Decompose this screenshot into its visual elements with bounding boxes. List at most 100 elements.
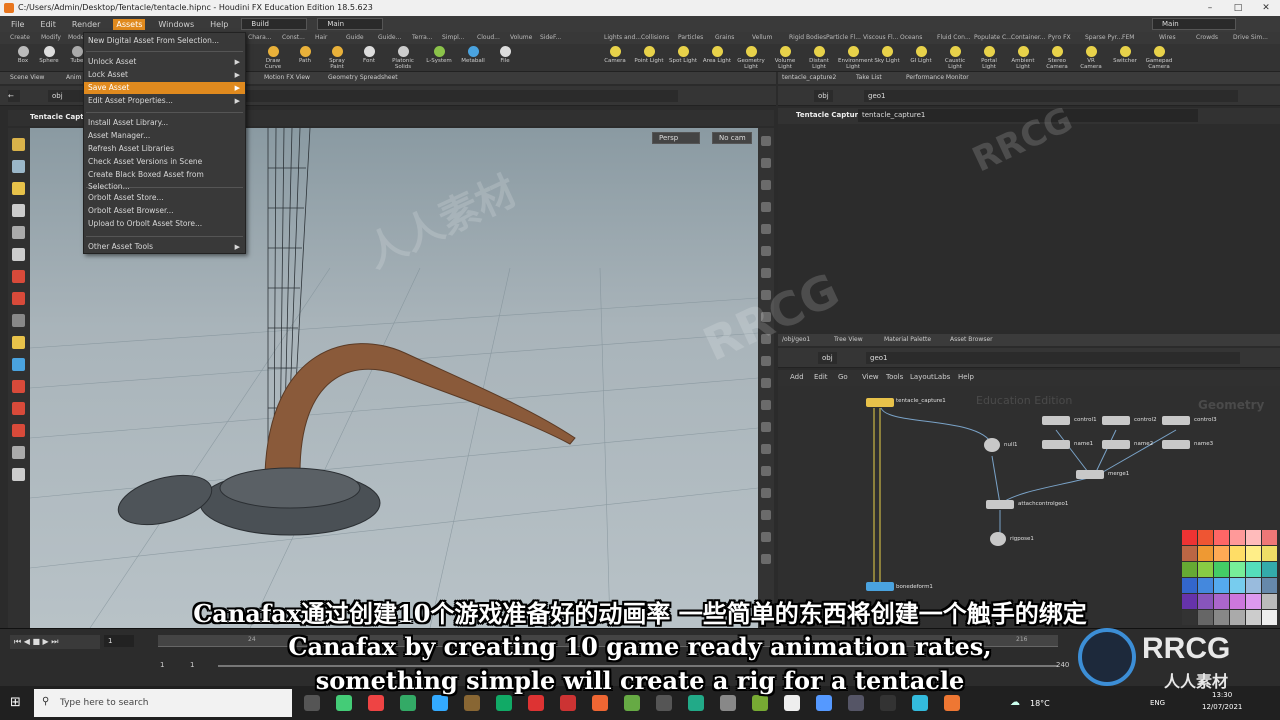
metaball-tool[interactable]: Metaball bbox=[458, 46, 488, 64]
windows-start-icon[interactable]: ⊞ bbox=[10, 696, 24, 710]
shelf-tab[interactable]: Viscous Fl... bbox=[863, 34, 898, 41]
param-path-geo[interactable]: geo1 bbox=[864, 90, 1238, 102]
taskbar-app-icon[interactable] bbox=[528, 695, 544, 711]
taskbar-app-icon[interactable] bbox=[656, 695, 672, 711]
palette-swatch[interactable] bbox=[1182, 530, 1197, 545]
network-node[interactable] bbox=[1162, 416, 1190, 425]
viewport-tool-icon[interactable] bbox=[12, 336, 25, 349]
shelf-tab[interactable]: Const... bbox=[282, 34, 305, 41]
display-option-icon[interactable] bbox=[761, 400, 771, 410]
palette-swatch[interactable] bbox=[1198, 578, 1213, 593]
light-tool[interactable]: Volume Light bbox=[770, 46, 800, 70]
language-indicator[interactable]: ENG bbox=[1150, 699, 1165, 707]
menu-windows[interactable]: Windows bbox=[155, 19, 197, 30]
display-option-icon[interactable] bbox=[761, 136, 771, 146]
display-option-icon[interactable] bbox=[761, 246, 771, 256]
shelf-tab[interactable]: Wires bbox=[1159, 34, 1176, 41]
taskbar-app-icon[interactable] bbox=[624, 695, 640, 711]
display-option-icon[interactable] bbox=[761, 224, 771, 234]
palette-swatch[interactable] bbox=[1198, 562, 1213, 577]
network-node[interactable] bbox=[1042, 440, 1070, 449]
net-menu-layout[interactable]: Layout bbox=[910, 373, 934, 381]
shelf-tab[interactable]: Simpl... bbox=[442, 34, 465, 41]
net-menu-labs[interactable]: Labs bbox=[934, 373, 950, 381]
sphere-tool[interactable]: Sphere bbox=[34, 46, 64, 64]
light-tool[interactable]: Area Light bbox=[702, 46, 732, 64]
close-button[interactable]: ✕ bbox=[1252, 0, 1280, 16]
shelf-tab[interactable]: Collisions bbox=[641, 34, 669, 41]
net-path-geo[interactable]: geo1 bbox=[866, 352, 1240, 364]
palette-swatch[interactable] bbox=[1246, 562, 1261, 577]
taskbar-app-icon[interactable] bbox=[336, 695, 352, 711]
light-tool[interactable]: Environment Light bbox=[838, 46, 873, 70]
light-tool[interactable]: Distant Light bbox=[804, 46, 834, 70]
camera-menu[interactable]: No cam bbox=[712, 132, 752, 144]
net-menu-add[interactable]: Add bbox=[790, 373, 804, 381]
shelf-tab[interactable]: Vellum bbox=[752, 34, 772, 41]
display-option-icon[interactable] bbox=[761, 422, 771, 432]
path-tool[interactable]: Path bbox=[290, 46, 320, 64]
light-tool[interactable]: Gamepad Camera bbox=[1144, 46, 1174, 70]
maximize-button[interactable]: □ bbox=[1224, 0, 1252, 16]
menu-help[interactable]: Help bbox=[207, 19, 231, 30]
asset-menu-item[interactable]: Other Asset Tools ▶ bbox=[84, 241, 245, 253]
network-node[interactable] bbox=[1076, 470, 1104, 479]
network-node[interactable] bbox=[984, 438, 1000, 452]
light-tool[interactable]: Caustic Light bbox=[940, 46, 970, 70]
taskbar-app-icon[interactable] bbox=[752, 695, 768, 711]
network-node[interactable] bbox=[1102, 416, 1130, 425]
light-tool[interactable]: Geometry Light bbox=[736, 46, 766, 70]
viewport-tool-icon[interactable] bbox=[12, 248, 25, 261]
palette-swatch[interactable] bbox=[1198, 530, 1213, 545]
tab-geometry-spreadsheet[interactable]: Geometry Spreadsheet bbox=[328, 74, 398, 81]
display-option-icon[interactable] bbox=[761, 202, 771, 212]
network-node[interactable] bbox=[1042, 416, 1070, 425]
shelf-tab[interactable]: Volume bbox=[510, 34, 532, 41]
asset-menu-item[interactable]: Unlock Asset ▶ bbox=[84, 56, 245, 68]
light-tool[interactable]: VR Camera bbox=[1076, 46, 1106, 70]
menu-edit[interactable]: Edit bbox=[37, 19, 59, 30]
palette-swatch[interactable] bbox=[1214, 546, 1229, 561]
palette-swatch[interactable] bbox=[1198, 546, 1213, 561]
shelf-tab[interactable]: Guide bbox=[346, 34, 364, 41]
palette-swatch[interactable] bbox=[1214, 562, 1229, 577]
display-option-icon[interactable] bbox=[761, 466, 771, 476]
light-tool[interactable]: Ambient Light bbox=[1008, 46, 1038, 70]
display-option-icon[interactable] bbox=[761, 356, 771, 366]
shelf-tab[interactable]: SideF... bbox=[540, 34, 561, 41]
viewport-tool-icon[interactable] bbox=[12, 424, 25, 437]
display-option-icon[interactable] bbox=[761, 268, 771, 278]
back-arrow-icon[interactable]: ← bbox=[8, 90, 20, 102]
palette-swatch[interactable] bbox=[1246, 530, 1261, 545]
file-tool[interactable]: File bbox=[490, 46, 520, 64]
palette-swatch[interactable] bbox=[1262, 546, 1277, 561]
palette-swatch[interactable] bbox=[1230, 530, 1245, 545]
display-option-icon[interactable] bbox=[761, 180, 771, 190]
display-option-icon[interactable] bbox=[761, 532, 771, 542]
asset-menu-item[interactable]: Lock Asset ▶ bbox=[84, 69, 245, 81]
param-path-obj[interactable]: obj bbox=[814, 90, 833, 102]
display-option-icon[interactable] bbox=[761, 444, 771, 454]
shelf-tab[interactable]: Grains bbox=[715, 34, 734, 41]
shelf-tab[interactable]: Create bbox=[10, 34, 30, 41]
light-tool[interactable]: GI Light bbox=[906, 46, 936, 64]
platonic-tool[interactable]: Platonic Solids bbox=[388, 46, 418, 70]
light-tool[interactable]: Portal Light bbox=[974, 46, 1004, 70]
taskbar-app-icon[interactable] bbox=[304, 695, 320, 711]
asset-menu-item[interactable]: Upload to Orbolt Asset Store... bbox=[84, 218, 245, 230]
shelf-tab[interactable]: Oceans bbox=[900, 34, 922, 41]
taskbar-app-icon[interactable] bbox=[912, 695, 928, 711]
taskbar-app-icon[interactable] bbox=[688, 695, 704, 711]
palette-swatch[interactable] bbox=[1230, 546, 1245, 561]
asset-menu-item[interactable]: Create Black Boxed Asset from Selection.… bbox=[84, 169, 245, 191]
palette-swatch[interactable] bbox=[1230, 578, 1245, 593]
tab-tree-view[interactable]: Tree View bbox=[834, 336, 863, 343]
taskbar-app-icon[interactable] bbox=[368, 695, 384, 711]
taskbar-app-icon[interactable] bbox=[784, 695, 800, 711]
viewport-tool-icon[interactable] bbox=[12, 446, 25, 459]
shelf-tab[interactable]: Container... bbox=[1011, 34, 1046, 41]
shelf-tab[interactable]: Fluid Con... bbox=[937, 34, 971, 41]
right-desk-selector[interactable]: Main bbox=[1152, 18, 1236, 30]
taskbar-app-icon[interactable] bbox=[880, 695, 896, 711]
lsystem-tool[interactable]: L-System bbox=[424, 46, 454, 64]
